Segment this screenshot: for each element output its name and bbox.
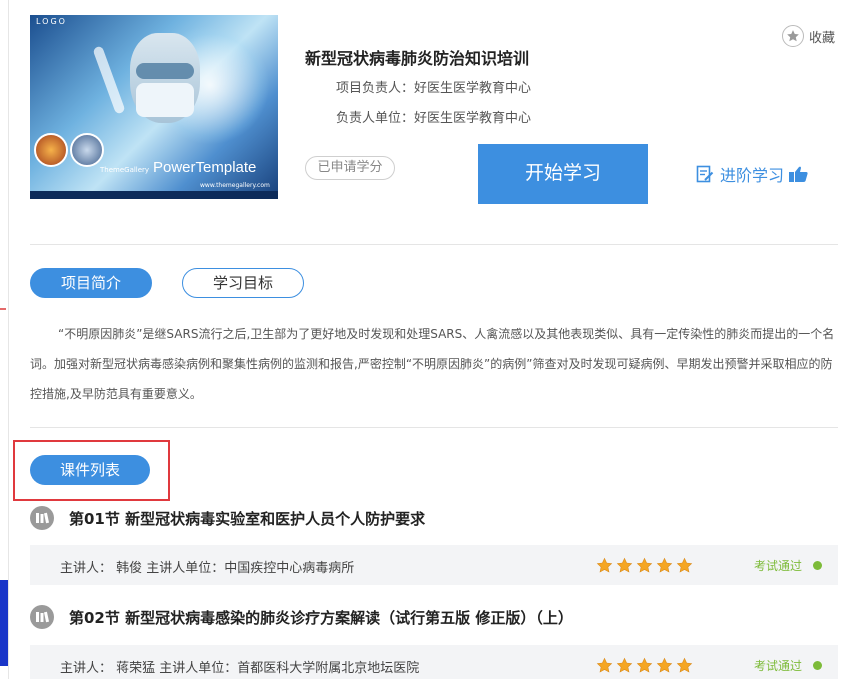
favorite-label: 收藏 (809, 30, 836, 46)
rating-star-icon (636, 657, 653, 673)
intro-divider (30, 427, 838, 428)
credit-status-badge: 已申请学分 (305, 156, 395, 180)
mask-graphic (136, 83, 194, 117)
start-learning-button[interactable]: 开始学习 (478, 144, 648, 204)
rating-star-icon (656, 657, 673, 673)
cover-circle-2 (70, 133, 104, 167)
cover-brand-small: ThemeGallery (100, 166, 150, 174)
exam-status: 考试通过 (754, 559, 803, 573)
cover-circle-1 (34, 133, 68, 167)
cover-url: www.themegallery.com (200, 182, 270, 189)
rating-star-icon (676, 657, 693, 673)
rating-star-icon (656, 557, 673, 573)
exam-status-dot (813, 661, 822, 670)
advanced-learning-link[interactable]: 进阶学习 (696, 162, 814, 186)
test-tube-graphic (92, 45, 126, 115)
leader-unit: 负责人单位：好医生医学教育中心 (336, 111, 532, 126)
rating-star-icon (596, 657, 613, 673)
exam-status: 考试通过 (754, 659, 803, 673)
lesson-title[interactable]: 第01节 新型冠状病毒实验室和医护人员个人防护要求 (69, 508, 425, 529)
cover-brand: PowerTemplate (153, 159, 257, 176)
exam-status-dot (813, 561, 822, 570)
tab-project-intro[interactable]: 项目简介 (30, 268, 152, 298)
left-panel-marker (0, 308, 6, 310)
favorite-button[interactable]: 收藏 (782, 25, 835, 47)
project-leader: 项目负责人：好医生医学教育中心 (336, 81, 532, 96)
goggles-graphic (136, 63, 194, 79)
cover-bottom-bar (30, 191, 278, 199)
lesson-lecturer-info: 主讲人： 韩俊 主讲人单位：中国疾控中心病毒病所 (60, 561, 355, 576)
lesson-rating (596, 657, 693, 674)
rating-star-icon (616, 657, 633, 673)
tab-learning-goals[interactable]: 学习目标 (182, 268, 304, 298)
left-panel-block (0, 580, 8, 666)
rating-star-icon (676, 557, 693, 573)
rating-star-icon (616, 557, 633, 573)
lesson-info-bar: 主讲人： 韩俊 主讲人单位：中国疾控中心病毒病所 (30, 545, 838, 585)
left-panel-edge (0, 0, 9, 679)
rating-star-icon (596, 557, 613, 573)
cover-logo: LOGO (36, 17, 67, 26)
advanced-learning-label: 进阶学习 (720, 166, 785, 185)
lesson-info-bar: 主讲人： 蒋荣猛 主讲人单位：首都医科大学附属北京地坛医院 (30, 645, 838, 679)
book-icon (30, 506, 54, 530)
lesson-rating (596, 557, 693, 574)
lesson-lecturer-info: 主讲人： 蒋荣猛 主讲人单位：首都医科大学附属北京地坛医院 (60, 661, 420, 676)
header-divider (30, 244, 838, 245)
lesson-title[interactable]: 第02节 新型冠状病毒感染的肺炎诊疗方案解读（试行第五版 修正版）（上） (69, 607, 573, 628)
rating-star-icon (636, 557, 653, 573)
pointing-hand-icon (789, 166, 808, 182)
courseware-list-label[interactable]: 课件列表 (30, 455, 150, 485)
edit-icon (696, 165, 714, 183)
book-icon (30, 605, 54, 629)
course-title: 新型冠状病毒肺炎防治知识培训 (305, 49, 530, 68)
star-icon (782, 25, 804, 47)
project-intro-text: “不明原因肺炎”是继SARS流行之后,卫生部为了更好地及时发现和处理SARS、人… (30, 327, 835, 401)
course-cover-image: LOGO ThemeGallery PowerTemplate www.them… (30, 15, 278, 199)
